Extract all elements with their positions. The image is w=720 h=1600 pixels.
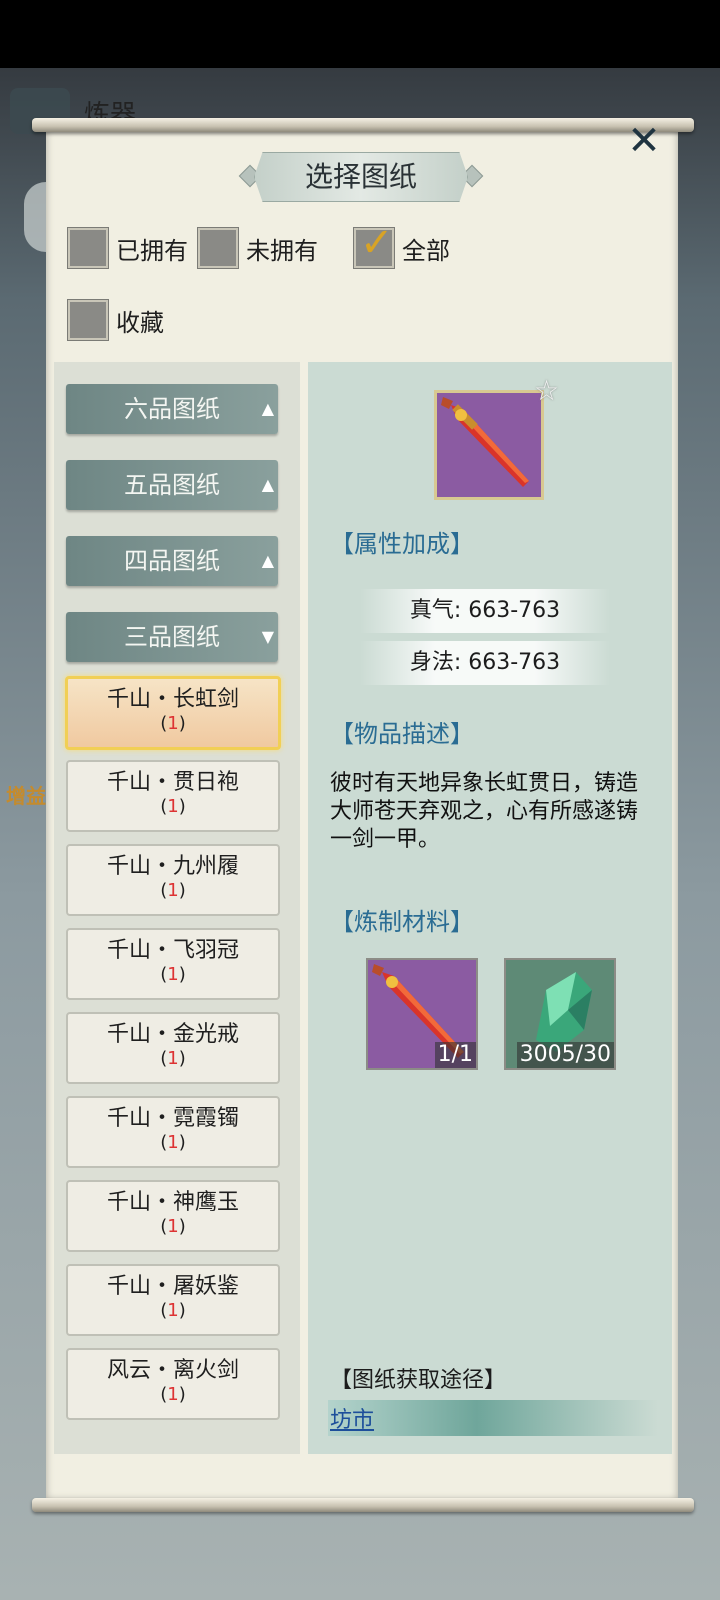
filter-label: 收藏: [116, 308, 164, 337]
item-description: 彼时有天地异象长虹贯日，铸造大师苍天弃观之，心有所感遂铸一剑一甲。: [330, 771, 639, 852]
scroll-rod-top: [32, 118, 694, 132]
list-item[interactable]: 千山・飞羽冠 (1): [66, 928, 280, 1000]
list-item-selected[interactable]: 千山・长虹剑 (1): [65, 676, 281, 750]
item-count: (1): [160, 713, 186, 734]
blueprint-list[interactable]: 六品图纸 ▲ 五品图纸 ▲ 四品图纸 ▲ 三品图纸 ▼ 千山・长虹剑 (1) 千…: [54, 362, 300, 1454]
attribute-row: 真气: 663-763: [360, 589, 610, 633]
sword-icon: [441, 397, 529, 487]
material-slot[interactable]: 3005/30: [504, 958, 616, 1070]
list-item[interactable]: 千山・屠妖鉴 (1): [66, 1264, 280, 1336]
filter-all[interactable]: ✓ 全部: [354, 220, 450, 268]
checkbox[interactable]: [198, 228, 238, 268]
item-count: (1): [160, 1216, 186, 1237]
section-title-materials: 【炼制材料】: [330, 908, 474, 936]
acquire-row: [328, 1400, 658, 1436]
category-grade-3[interactable]: 三品图纸 ▼: [66, 612, 278, 662]
checkbox[interactable]: [68, 228, 108, 268]
item-count: (1): [160, 1300, 186, 1321]
material-quantity: 3005/30: [516, 1042, 614, 1068]
checkbox-checked[interactable]: ✓: [354, 220, 394, 268]
list-item[interactable]: 千山・神鹰玉 (1): [66, 1180, 280, 1252]
item-count: (1): [160, 1048, 186, 1069]
filter-label: 全部: [402, 236, 450, 265]
scroll-rod-bottom: [32, 1498, 694, 1512]
category-grade-6[interactable]: 六品图纸 ▲: [66, 384, 278, 434]
list-item[interactable]: 千山・贯日袍 (1): [66, 760, 280, 832]
section-title-acquire: 【图纸获取途径】: [330, 1368, 507, 1393]
item-name: 千山・九州履: [106, 854, 239, 879]
acquire-link-market[interactable]: 坊市: [330, 1402, 374, 1434]
list-item[interactable]: 千山・霓霞镯 (1): [66, 1096, 280, 1168]
close-icon: ✕: [627, 118, 661, 164]
item-name: 千山・金光戒: [106, 1022, 239, 1047]
expand-arrow-icon: ▲: [261, 475, 274, 494]
category-label: 五品图纸: [124, 471, 220, 499]
section-title-attributes: 【属性加成】: [330, 530, 474, 558]
expand-arrow-icon: ▲: [261, 399, 274, 418]
category-grade-4[interactable]: 四品图纸 ▲: [66, 536, 278, 586]
status-bar: [0, 0, 720, 68]
material-quantity: 1/1: [434, 1042, 476, 1068]
sword-icon[interactable]: [434, 390, 544, 500]
item-name: 千山・屠妖鉴: [106, 1274, 239, 1299]
dialog-title: 选择图纸: [254, 152, 468, 202]
list-item[interactable]: 千山・九州履 (1): [66, 844, 280, 916]
category-label: 四品图纸: [124, 547, 220, 575]
item-name: 千山・飞羽冠: [106, 938, 239, 963]
section-title-description: 【物品描述】: [330, 720, 474, 748]
checkbox[interactable]: [68, 300, 108, 340]
list-item[interactable]: 千山・金光戒 (1): [66, 1012, 280, 1084]
check-icon: ✓: [360, 220, 394, 266]
close-button[interactable]: ✕: [623, 120, 665, 162]
item-count: (1): [160, 1132, 186, 1153]
attribute-row: 身法: 663-763: [360, 641, 610, 685]
item-name: 千山・长虹剑: [106, 687, 239, 712]
item-name: 千山・霓霞镯: [106, 1106, 239, 1131]
buff-label: 增益: [6, 784, 46, 808]
list-item[interactable]: 风云・离火剑 (1): [66, 1348, 280, 1420]
category-label: 六品图纸: [124, 395, 220, 423]
category-label: 三品图纸: [124, 623, 220, 651]
collapse-arrow-icon: ▼: [261, 627, 274, 646]
filter-not-owned[interactable]: 未拥有: [198, 228, 318, 268]
expand-arrow-icon: ▲: [261, 551, 274, 570]
filter-favorites[interactable]: 收藏: [68, 300, 164, 340]
item-name: 风云・离火剑: [106, 1358, 239, 1383]
item-count: (1): [160, 964, 186, 985]
filter-label: 未拥有: [246, 236, 318, 265]
item-name: 千山・神鹰玉: [106, 1190, 239, 1215]
item-count: (1): [160, 1384, 186, 1405]
filter-label: 已拥有: [116, 236, 188, 265]
favorite-star-icon[interactable]: ☆: [534, 374, 559, 407]
item-count: (1): [160, 796, 186, 817]
material-slot[interactable]: 1/1: [366, 958, 478, 1070]
filter-owned[interactable]: 已拥有: [68, 228, 188, 268]
item-name: 千山・贯日袍: [106, 770, 239, 795]
item-count: (1): [160, 880, 186, 901]
category-grade-5[interactable]: 五品图纸 ▲: [66, 460, 278, 510]
